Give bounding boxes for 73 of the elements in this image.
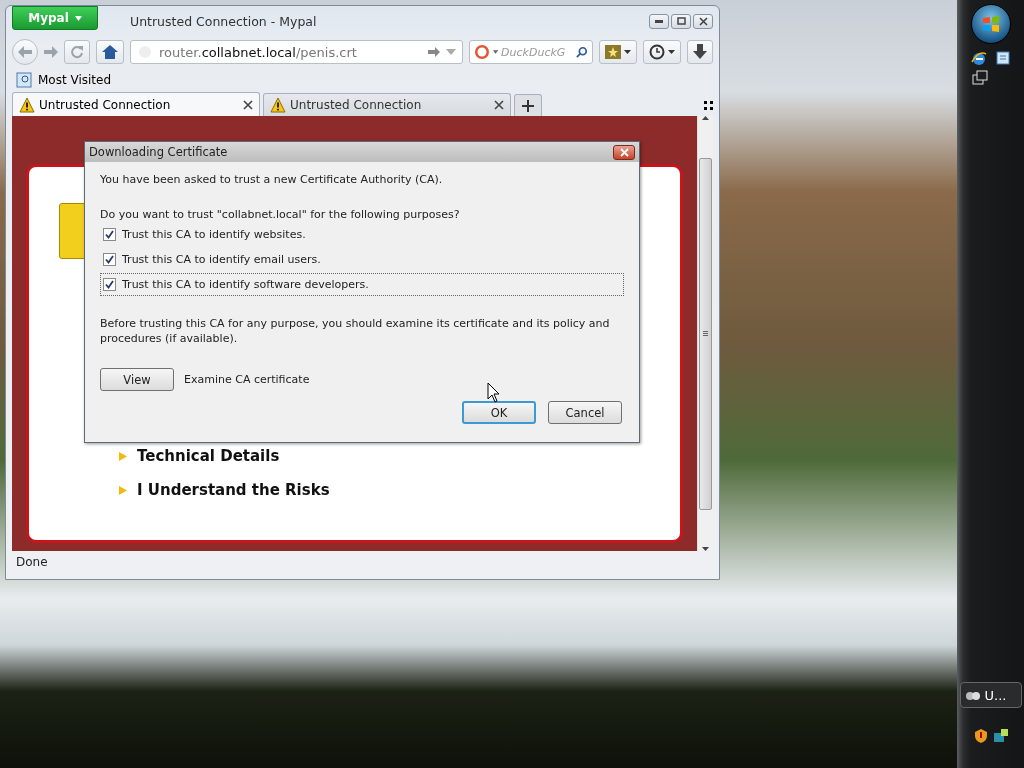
checkbox[interactable] — [103, 228, 116, 241]
network-icon[interactable] — [992, 728, 1009, 744]
new-tab-button[interactable] — [514, 94, 542, 116]
search-bar[interactable]: DuckDuckG — [469, 40, 593, 64]
mouse-cursor-icon — [487, 382, 501, 404]
checkbox[interactable] — [103, 253, 116, 266]
close-icon — [619, 147, 629, 157]
windows-stack-icon[interactable] — [971, 70, 988, 86]
browser-e-icon[interactable] — [970, 50, 987, 66]
status-bar-text: Done — [15, 554, 49, 571]
tab-close-icon[interactable] — [243, 99, 253, 110]
grip-lines-icon — [703, 331, 708, 336]
caret-icon — [493, 50, 499, 54]
browser-tab[interactable]: Untrusted Connection — [12, 92, 260, 116]
search-icon[interactable] — [576, 45, 588, 59]
close-button[interactable] — [693, 13, 713, 29]
tab-close-icon[interactable] — [494, 100, 504, 110]
dialog-button[interactable]: Cancel — [548, 401, 622, 424]
download-arrow-icon — [693, 44, 707, 60]
address-bar[interactable]: router.collabnet.local/penis.crt — [130, 40, 463, 64]
scroll-up-icon[interactable] — [702, 116, 709, 120]
question-text: Do you want to trust "collabnet.local" for the following purposes? — [100, 208, 461, 221]
warning-icon — [19, 96, 35, 113]
download-button[interactable] — [687, 40, 713, 64]
trust-option[interactable]: Trust this CA to identify email users. — [100, 248, 624, 271]
caret-icon — [74, 15, 82, 21]
caret-icon — [668, 50, 675, 54]
view-button[interactable]: View — [100, 368, 174, 391]
document-icon[interactable] — [994, 50, 1011, 66]
go-arrow-icon[interactable] — [428, 47, 440, 57]
bookmarks-button[interactable] — [599, 40, 637, 64]
dialog-button[interactable]: OK — [462, 401, 536, 424]
search-field[interactable]: DuckDuckG — [501, 45, 574, 59]
scroll-thumb[interactable] — [699, 157, 712, 510]
trust-option[interactable]: Trust this CA to identify websites. — [100, 223, 624, 246]
plus-icon — [522, 99, 534, 112]
window-title: Untrusted Connection - Mypal — [130, 13, 318, 29]
taskbar-button[interactable]: U... — [959, 682, 1022, 708]
caret-icon — [624, 50, 631, 54]
warning-icon — [270, 97, 286, 113]
home-button[interactable] — [96, 40, 124, 64]
bookmark-item[interactable]: Most Visited — [38, 73, 112, 87]
expander-link[interactable]: Technical Details — [137, 447, 280, 465]
checkbox[interactable] — [103, 278, 116, 291]
shield-icon[interactable] — [972, 728, 989, 744]
checkmark-icon — [105, 230, 114, 239]
minimize-icon — [655, 19, 663, 23]
note-text: Before trusting this CA for any purpose, you should examine its certificate and its policy and procedures (if available). — [100, 316, 611, 346]
expander-link[interactable]: I Understand the Risks — [137, 481, 330, 499]
minimize-button[interactable] — [649, 13, 669, 29]
maximize-icon — [676, 17, 686, 25]
scrollbar[interactable] — [697, 116, 713, 551]
home-icon — [102, 45, 118, 59]
scroll-down-icon[interactable] — [702, 547, 709, 551]
dialog-close-button[interactable] — [613, 144, 635, 160]
reload-icon — [70, 45, 84, 59]
star-icon — [605, 45, 621, 59]
back-arrow-icon — [18, 46, 32, 58]
trust-option[interactable]: Trust this CA to identify software developers. — [100, 273, 624, 296]
view-label: Examine CA certificate — [184, 373, 310, 386]
clock-icon — [649, 44, 665, 60]
dialog-title: Downloading Certificate — [89, 145, 229, 159]
intro-text: You have been asked to trust a new Certificate Authority (CA). — [100, 173, 444, 186]
maximize-button[interactable] — [671, 13, 691, 29]
checkmark-icon — [105, 255, 114, 264]
checkmark-icon — [105, 280, 114, 289]
caret-icon — [446, 49, 456, 55]
close-icon — [698, 16, 708, 26]
windows-logo-icon — [980, 14, 1001, 34]
history-button[interactable] — [643, 40, 681, 64]
browser-tab[interactable]: Untrusted Connection — [263, 93, 511, 116]
start-button[interactable] — [970, 4, 1011, 44]
grid-icon[interactable] — [704, 101, 713, 110]
